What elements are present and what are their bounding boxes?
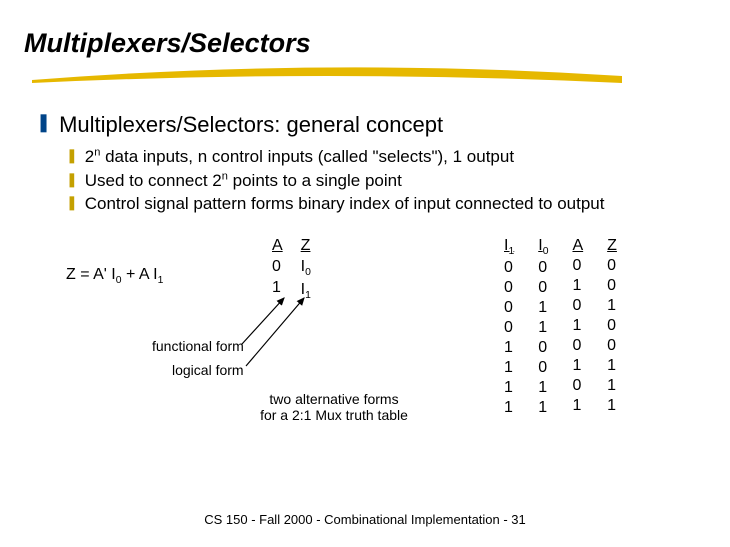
bullet-1: ❚ 2n data inputs, n control inputs (call…	[66, 146, 706, 167]
bullet-text: 2n data inputs, n control inputs (called…	[85, 146, 514, 167]
truth-table-2col: A 0 1 Z I0 I1	[272, 236, 311, 302]
truth-table-caption: two alternative formsfor a 2:1 Mux truth…	[234, 391, 434, 423]
bullet-text: Used to connect 2n points to a single po…	[85, 170, 402, 191]
title-underline	[32, 65, 622, 83]
heading-row: ❚ Multiplexers/Selectors: general concep…	[36, 112, 706, 138]
slide-title: Multiplexers/Selectors	[24, 28, 706, 59]
functional-form-label: functional form	[152, 338, 244, 354]
lower-region: Z = A' I0 + A I1 A 0 1 Z I0 I1 I1 0000 1…	[24, 236, 706, 456]
bullet-3: ❚ Control signal pattern forms binary in…	[66, 193, 706, 214]
functional-form-equation: Z = A' I0 + A I1	[66, 266, 163, 286]
truth-table-4col: I1 0000 1111 I0 0011 0011 A 0101 0101 Z …	[504, 236, 617, 418]
heading-text: Multiplexers/Selectors: general concept	[59, 112, 443, 138]
bullet-icon: ❚	[66, 170, 78, 190]
slide-footer: CS 150 - Fall 2000 - Combinational Imple…	[0, 512, 730, 527]
bullet-text: Control signal pattern forms binary inde…	[85, 193, 605, 214]
logical-form-label: logical form	[172, 362, 244, 378]
bullet-icon: ❚	[66, 146, 78, 166]
bullet-icon: ❚	[66, 193, 78, 213]
bullet-icon: ❚	[36, 112, 51, 134]
bullet-2: ❚ Used to connect 2n points to a single …	[66, 170, 706, 191]
